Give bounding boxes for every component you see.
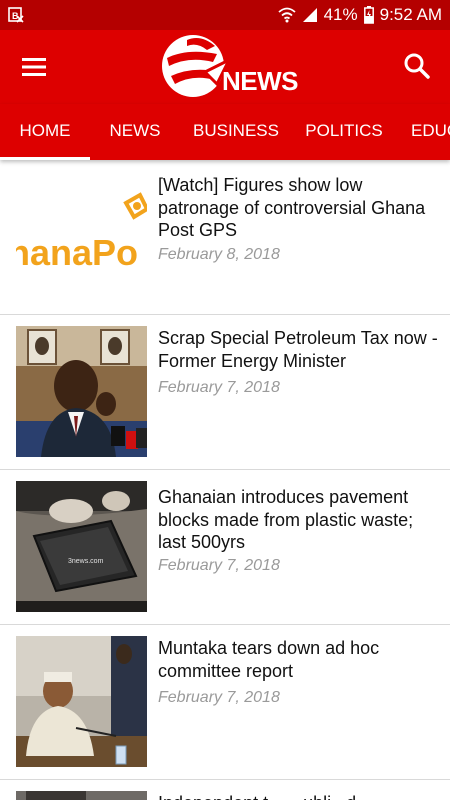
news-item[interactable]: Independent t... ...ubli...d... (0, 780, 450, 800)
article-headline: Ghanaian introduces pavement blocks made… (158, 487, 414, 552)
article-date: February 8, 2018 (158, 246, 280, 263)
article-headline: [Watch] Figures show low patronage of co… (158, 175, 426, 240)
article-thumbnail (16, 791, 147, 800)
article-thumbnail: hanaPo (16, 173, 147, 304)
logo-text: NEWS (222, 66, 299, 96)
article-headline: Scrap Special Petroleum Tax now - Former… (158, 328, 438, 371)
gallery-notification-icon: B (8, 7, 24, 23)
news-list: hanaPo [Watch] Figures show low patronag… (0, 160, 450, 800)
article-date: February 7, 2018 (158, 557, 280, 574)
article-headline: Muntaka tears down ad hoc committee repo… (158, 638, 380, 681)
news-item[interactable]: 3news.com Ghanaian introduces pavement b… (0, 470, 450, 625)
tab-label: EDUC (411, 121, 450, 140)
wifi-icon (278, 7, 296, 23)
battery-percent: 41% (323, 5, 358, 24)
news-item[interactable]: Muntaka tears down ad hoc committee repo… (0, 625, 450, 780)
tab-label: NEWS (109, 121, 161, 140)
status-bar: B 41% 9:52 AM (0, 0, 450, 30)
tab-label: HOME (19, 121, 71, 140)
clock: 9:52 AM (379, 5, 442, 24)
thumb-watermark: 3news.com (68, 558, 104, 565)
tab-news[interactable]: NEWS (95, 104, 175, 160)
app-logo: NEWS (157, 32, 299, 102)
tab-politics[interactable]: POLITICS (296, 104, 392, 160)
tab-label: POLITICS (305, 121, 383, 140)
category-tabs: HOME NEWS BUSINESS POLITICS EDUC (0, 104, 450, 160)
article-thumbnail: 3news.com (16, 481, 147, 612)
hamburger-menu-icon[interactable] (20, 53, 48, 81)
battery-charging-icon (363, 6, 374, 24)
cell-signal-icon (302, 7, 318, 23)
article-date: February 7, 2018 (158, 379, 280, 396)
tab-education[interactable]: EDUC (411, 104, 450, 160)
tab-home[interactable]: HOME (0, 104, 90, 160)
news-item[interactable]: Scrap Special Petroleum Tax now - Former… (0, 315, 450, 470)
article-thumbnail (16, 636, 147, 767)
tab-business[interactable]: BUSINESS (180, 104, 292, 160)
article-headline: Independent t... ...ubli...d... (158, 792, 438, 800)
thumb-logo-text: hanaPo (16, 232, 138, 273)
news-item[interactable]: hanaPo [Watch] Figures show low patronag… (0, 160, 450, 315)
search-icon[interactable] (402, 51, 432, 81)
app-bar: NEWS (0, 30, 450, 104)
article-thumbnail (16, 326, 147, 457)
article-date: February 7, 2018 (158, 689, 280, 706)
tab-label: BUSINESS (193, 121, 279, 140)
